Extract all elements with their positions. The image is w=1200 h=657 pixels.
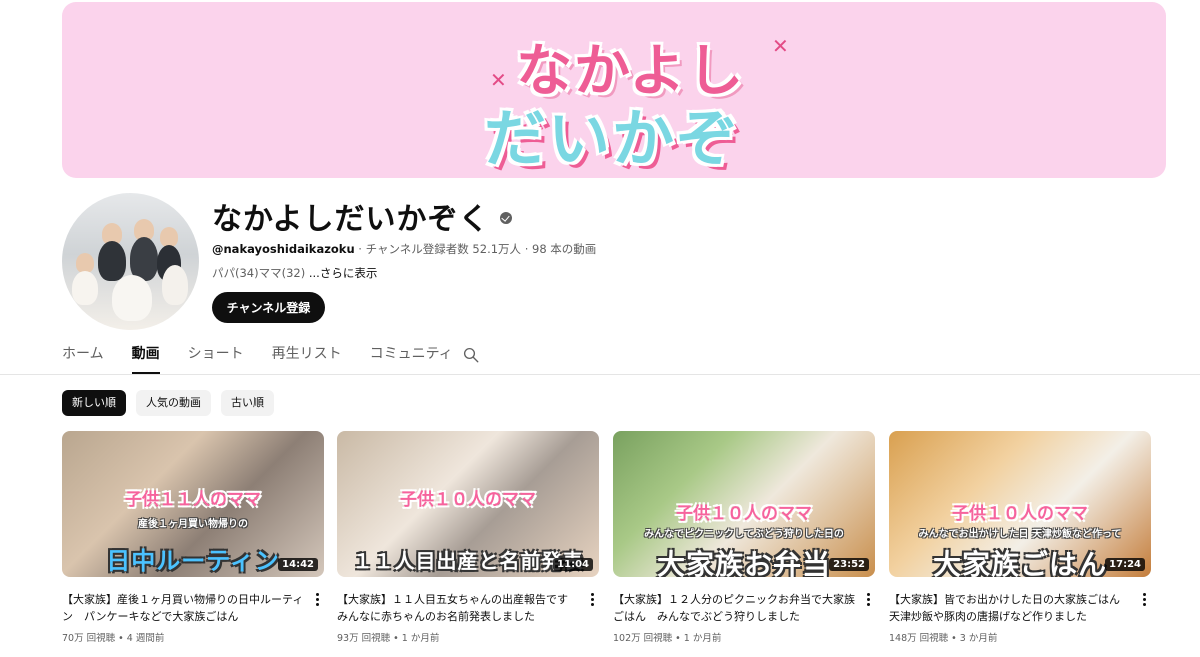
video-meta: 102万 回視聴 • 1 か月前 — [613, 633, 722, 644]
video-card[interactable]: 子供１１人のママ 産後１ヶ月買い物帰りの 日中ルーティン 14:42 【大家族】… — [62, 431, 324, 644]
thumbnail-caption-top: 子供１０人のママ — [400, 490, 536, 510]
channel-avatar[interactable] — [62, 193, 199, 330]
more-vert-icon[interactable] — [587, 591, 597, 607]
tab-videos[interactable]: 動画 — [131, 340, 160, 374]
video-meta: 148万 回視聴 • 3 か月前 — [889, 633, 998, 644]
channel-stats: ‧ チャンネル登録者数 52.1万人 ‧ 98 本の動画 — [354, 242, 597, 256]
thumbnail-caption-sub: 産後１ヶ月買い物帰りの — [138, 519, 248, 530]
sparkle-icon: ✕ — [772, 34, 789, 58]
channel-description[interactable]: パパ(34)ママ(32) ...さらに表示 — [212, 265, 377, 281]
chip-oldest[interactable]: 古い順 — [221, 390, 274, 416]
tabs-divider — [0, 374, 1200, 375]
video-title[interactable]: 【大家族】産後１ヶ月買い物帰りの日中ルーティン パンケーキなどで大家族ごはん — [62, 591, 306, 625]
logo-text-bottom: だいかぞく — [484, 102, 741, 175]
sort-chips: 新しい順 人気の動画 古い順 — [62, 390, 284, 416]
search-icon[interactable] — [462, 346, 480, 364]
video-duration: 14:42 — [278, 558, 318, 571]
tab-home[interactable]: ホーム — [62, 340, 104, 374]
description-text: パパ(34)ママ(32) — [212, 266, 309, 280]
thumbnail-caption-sub: みんなでお出かけした日 天津炒飯など作って — [918, 529, 1122, 540]
video-card[interactable]: 子供１０人のママ １１人目出産と名前発表 11:04 【大家族】１１人目五女ちゃ… — [337, 431, 599, 644]
channel-banner: ✕ ✕ なかよし だいかぞく — [62, 2, 1166, 178]
video-grid: 子供１１人のママ 産後１ヶ月買い物帰りの 日中ルーティン 14:42 【大家族】… — [62, 431, 1154, 657]
video-meta: 93万 回視聴 • 1 か月前 — [337, 633, 440, 644]
channel-meta: @nakayoshidaikazoku ‧ チャンネル登録者数 52.1万人 ‧… — [212, 241, 596, 257]
video-thumbnail[interactable]: 子供１０人のママ みんなでピクニックしてぶどう狩りした日の 大家族お弁当 23:… — [613, 431, 875, 577]
tab-community[interactable]: コミュニティ — [370, 340, 453, 374]
video-meta: 70万 回視聴 • 4 週間前 — [62, 633, 165, 644]
subscribe-button[interactable]: チャンネル登録 — [212, 292, 325, 323]
tab-shorts[interactable]: ショート — [188, 340, 244, 374]
video-duration: 23:52 — [829, 558, 869, 571]
thumbnail-caption-sub: みんなでピクニックしてぶどう狩りした日の — [644, 529, 844, 540]
verified-icon — [500, 212, 512, 224]
video-card[interactable]: 子供１０人のママ みんなでお出かけした日 天津炒飯など作って 大家族ごはん 17… — [889, 431, 1151, 644]
video-title[interactable]: 【大家族】皆でお出かけした日の大家族ごはん 天津炒飯や豚肉の唐揚げなど作りました — [889, 591, 1133, 625]
chip-newest[interactable]: 新しい順 — [62, 390, 126, 416]
chip-popular[interactable]: 人気の動画 — [136, 390, 211, 416]
video-title[interactable]: 【大家族】１２人分のピクニックお弁当で大家族ごはん みんなでぶどう狩りしました — [613, 591, 857, 625]
thumbnail-caption-top: 子供１０人のママ — [952, 504, 1088, 524]
more-vert-icon[interactable] — [312, 591, 322, 607]
thumbnail-caption-top: 子供１０人のママ — [676, 504, 812, 524]
channel-handle: @nakayoshidaikazoku — [212, 242, 355, 256]
video-thumbnail[interactable]: 子供１０人のママ １１人目出産と名前発表 11:04 — [337, 431, 599, 577]
video-thumbnail[interactable]: 子供１０人のママ みんなでお出かけした日 天津炒飯など作って 大家族ごはん 17… — [889, 431, 1151, 577]
more-vert-icon[interactable] — [863, 591, 873, 607]
video-thumbnail[interactable]: 子供１１人のママ 産後１ヶ月買い物帰りの 日中ルーティン 14:42 — [62, 431, 324, 577]
video-duration: 11:04 — [553, 558, 593, 571]
video-card[interactable]: 子供１０人のママ みんなでピクニックしてぶどう狩りした日の 大家族お弁当 23:… — [613, 431, 875, 644]
video-duration: 17:24 — [1105, 558, 1145, 571]
more-vert-icon[interactable] — [1139, 591, 1149, 607]
thumbnail-caption-top: 子供１１人のママ — [125, 490, 261, 510]
show-more-link[interactable]: ...さらに表示 — [309, 266, 377, 280]
channel-logo: ✕ ✕ なかよし だいかぞく — [472, 8, 792, 175]
channel-name: なかよしだいかぞく — [212, 202, 490, 237]
video-title[interactable]: 【大家族】１１人目五女ちゃんの出産報告です みんなに赤ちゃんのお名前発表しました — [337, 591, 581, 625]
tab-playlists[interactable]: 再生リスト — [272, 340, 342, 374]
channel-tabs: ホーム 動画 ショート 再生リスト コミュニティ — [62, 340, 481, 374]
